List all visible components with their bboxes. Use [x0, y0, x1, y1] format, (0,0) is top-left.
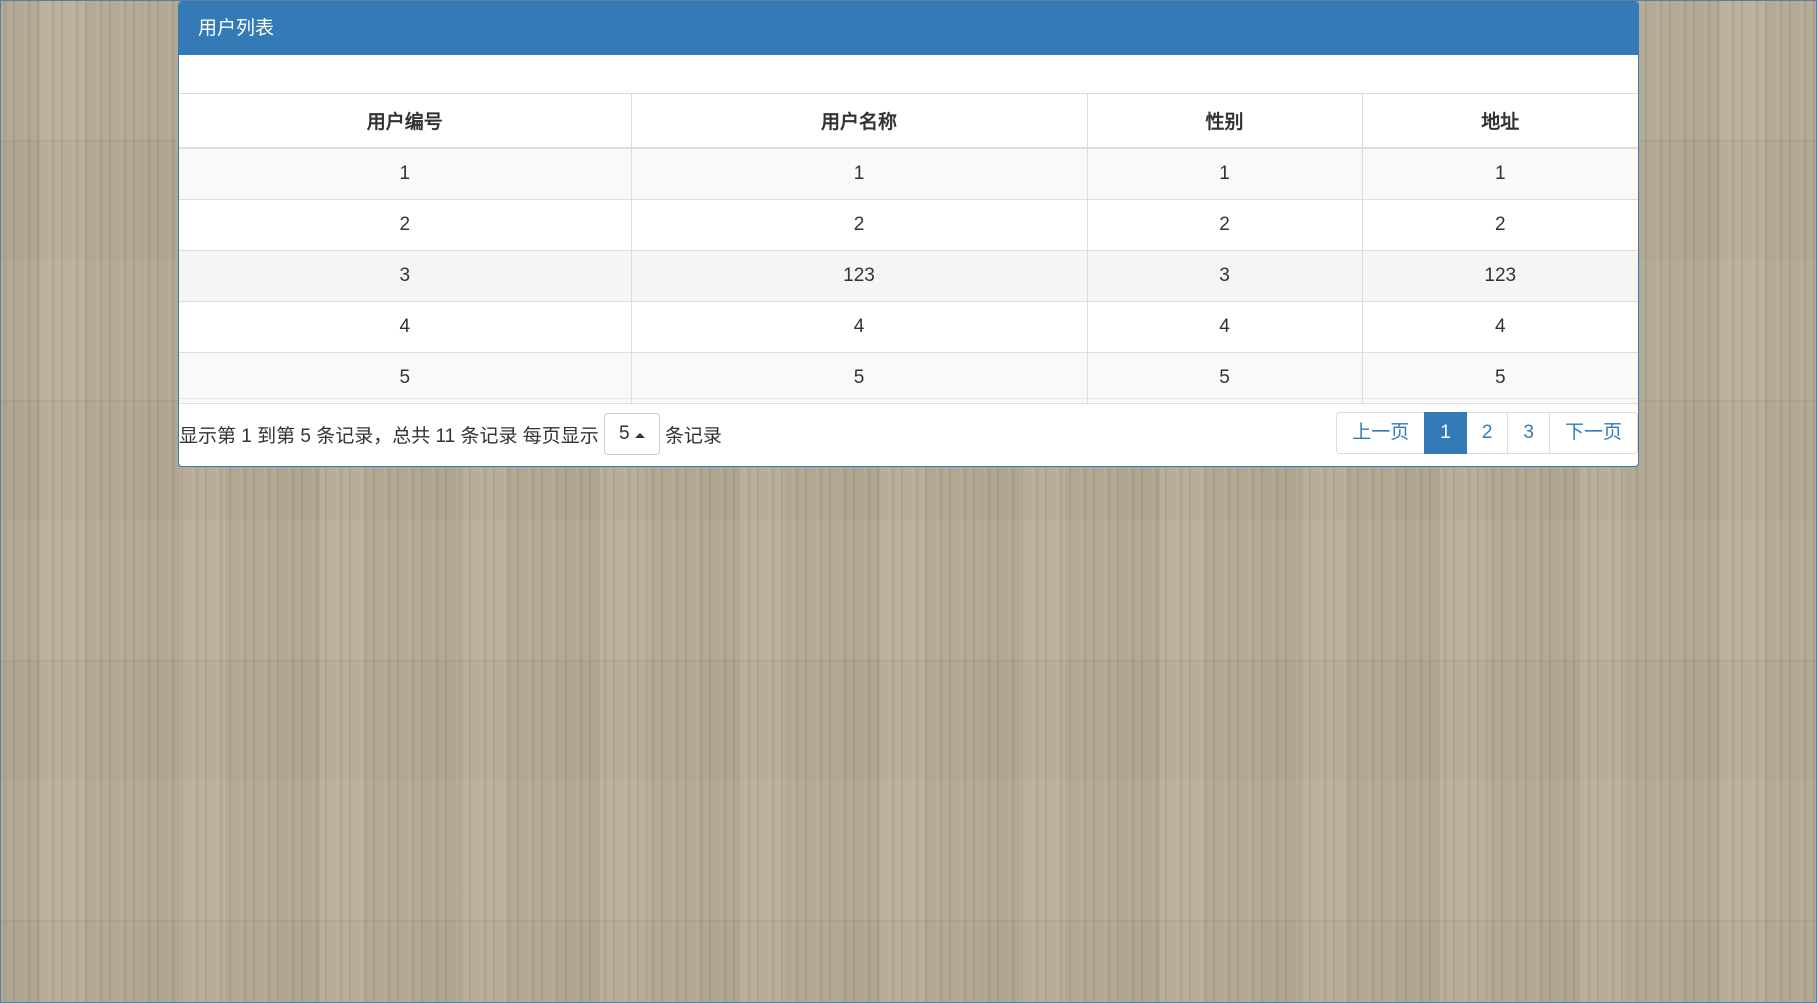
page-button-2[interactable]: 2 [1465, 412, 1509, 454]
table-row[interactable]: 1 1 1 1 [179, 147, 1638, 200]
table-row[interactable]: 4 4 4 4 [179, 301, 1638, 353]
cell-user-id: 4 [179, 301, 631, 353]
pagination-summary-text: 显示第 1 到第 5 条记录，总共 11 条记录 每页显示 [179, 425, 599, 447]
cell-user-name: 2 [630, 199, 1087, 251]
pagination: 上一页 1 2 3 下一页 [1336, 412, 1638, 454]
user-list-panel: 用户列表 用户编号 用户名称 性别 地址 1 1 1 1 2 2 2 2 3 1… [178, 1, 1639, 467]
cell-address: 5 [1361, 352, 1638, 404]
column-header-gender[interactable]: 性别 [1086, 94, 1362, 149]
page-size-value: 5 [619, 423, 630, 444]
page-size-dropdown[interactable]: 5 [603, 413, 660, 455]
cell-user-name: 5 [630, 352, 1087, 404]
cell-address: 4 [1361, 301, 1638, 353]
page-button-3[interactable]: 3 [1507, 412, 1550, 454]
column-header-user-name[interactable]: 用户名称 [630, 94, 1087, 149]
table-divider [179, 398, 1638, 399]
cell-user-id: 3 [179, 250, 631, 302]
pagination-suffix-text: 条记录 [664, 425, 722, 447]
user-table: 用户编号 用户名称 性别 地址 1 1 1 1 2 2 2 2 3 123 3 … [179, 94, 1638, 404]
table-row[interactable]: 3 123 3 123 [179, 250, 1638, 302]
cell-user-name: 4 [630, 301, 1087, 353]
column-header-user-id[interactable]: 用户编号 [179, 94, 631, 149]
table-row[interactable]: 5 5 5 5 [179, 352, 1638, 404]
next-page-button[interactable]: 下一页 [1548, 412, 1638, 454]
cell-gender: 5 [1086, 352, 1362, 404]
cell-user-name: 1 [630, 147, 1087, 200]
cell-gender: 3 [1086, 250, 1362, 302]
table-row[interactable]: 2 2 2 2 [179, 199, 1638, 251]
cell-gender: 1 [1086, 147, 1362, 200]
cell-address: 123 [1361, 250, 1638, 302]
cell-user-id: 1 [179, 147, 631, 200]
prev-page-button[interactable]: 上一页 [1336, 412, 1426, 454]
table-footer: 显示第 1 到第 5 条记录，总共 11 条记录 每页显示 5 条记录 上一页 … [179, 412, 1638, 456]
cell-address: 2 [1361, 199, 1638, 251]
cell-gender: 4 [1086, 301, 1362, 353]
caret-up-icon [634, 432, 645, 438]
cell-user-id: 2 [179, 199, 631, 251]
cell-user-name: 123 [630, 250, 1087, 302]
page-button-1[interactable]: 1 [1424, 412, 1467, 454]
panel-title: 用户列表 [179, 2, 1638, 55]
pagination-detail: 显示第 1 到第 5 条记录，总共 11 条记录 每页显示 5 条记录 [179, 412, 722, 456]
cell-user-id: 5 [179, 352, 631, 404]
cell-gender: 2 [1086, 199, 1362, 251]
column-header-address[interactable]: 地址 [1361, 94, 1638, 149]
cell-address: 1 [1361, 147, 1638, 200]
user-table-container: 用户编号 用户名称 性别 地址 1 1 1 1 2 2 2 2 3 123 3 … [179, 93, 1638, 404]
table-header-row: 用户编号 用户名称 性别 地址 [179, 94, 1638, 149]
